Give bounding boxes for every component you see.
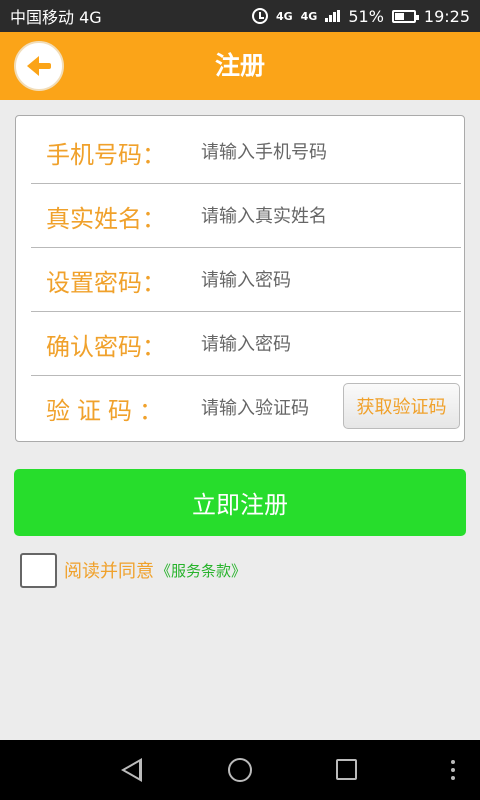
- get-code-button[interactable]: 获取验证码: [343, 383, 460, 429]
- name-input[interactable]: [186, 196, 464, 236]
- clock-time: 19:25: [423, 6, 470, 26]
- title-bar: 注册: [0, 32, 480, 100]
- agreement-text: 阅读并同意: [64, 561, 154, 582]
- battery-icon: [391, 9, 419, 23]
- status-bar: 中国移动 4G 4G 4G 51% 19:25: [0, 0, 480, 32]
- dots-menu-icon[interactable]: [451, 760, 455, 780]
- terms-link[interactable]: 《服务条款》: [156, 560, 246, 581]
- confirm-password-label: 确认密码：: [46, 332, 166, 361]
- circle-home-icon[interactable]: [228, 758, 252, 782]
- name-row: 真实姓名：: [16, 184, 464, 248]
- register-button[interactable]: 立即注册: [14, 469, 466, 536]
- battery-percent: 51%: [348, 6, 384, 26]
- password-row: 设置密码：: [16, 248, 464, 312]
- navigation-bar: [0, 740, 480, 800]
- confirm-password-input[interactable]: [186, 324, 464, 364]
- password-label: 设置密码：: [46, 268, 166, 297]
- triangle-back-icon[interactable]: [121, 758, 142, 782]
- arrow-left-icon: [27, 56, 51, 76]
- network-4g-secondary-label: 4G: [300, 9, 318, 23]
- status-icons: 4G 4G 51% 19:25: [251, 6, 470, 26]
- phone-input[interactable]: [186, 132, 464, 172]
- phone-label: 手机号码：: [46, 140, 166, 169]
- name-label: 真实姓名：: [46, 204, 166, 233]
- agreement-checkbox[interactable]: [20, 552, 57, 588]
- agreement-row: 阅读并同意 《服务条款》: [20, 552, 246, 588]
- network-4g-label: 4G: [275, 9, 293, 23]
- signal-icon: [325, 10, 341, 22]
- verification-code-label: 验证码：: [46, 396, 170, 425]
- square-recent-icon[interactable]: [336, 759, 357, 780]
- page-title: 注册: [214, 51, 265, 80]
- carrier-text: 中国移动 4G: [10, 8, 102, 27]
- verification-code-row: 验证码： 获取验证码: [16, 376, 464, 440]
- confirm-password-row: 确认密码：: [16, 312, 464, 376]
- alarm-icon: [251, 8, 268, 24]
- phone-row: 手机号码：: [16, 120, 464, 184]
- verification-code-input[interactable]: [186, 388, 341, 428]
- password-input[interactable]: [186, 260, 464, 300]
- back-button[interactable]: [14, 41, 64, 91]
- registration-form: 手机号码： 真实姓名： 设置密码： 确认密码： 验证码： 获取验证码: [15, 115, 465, 442]
